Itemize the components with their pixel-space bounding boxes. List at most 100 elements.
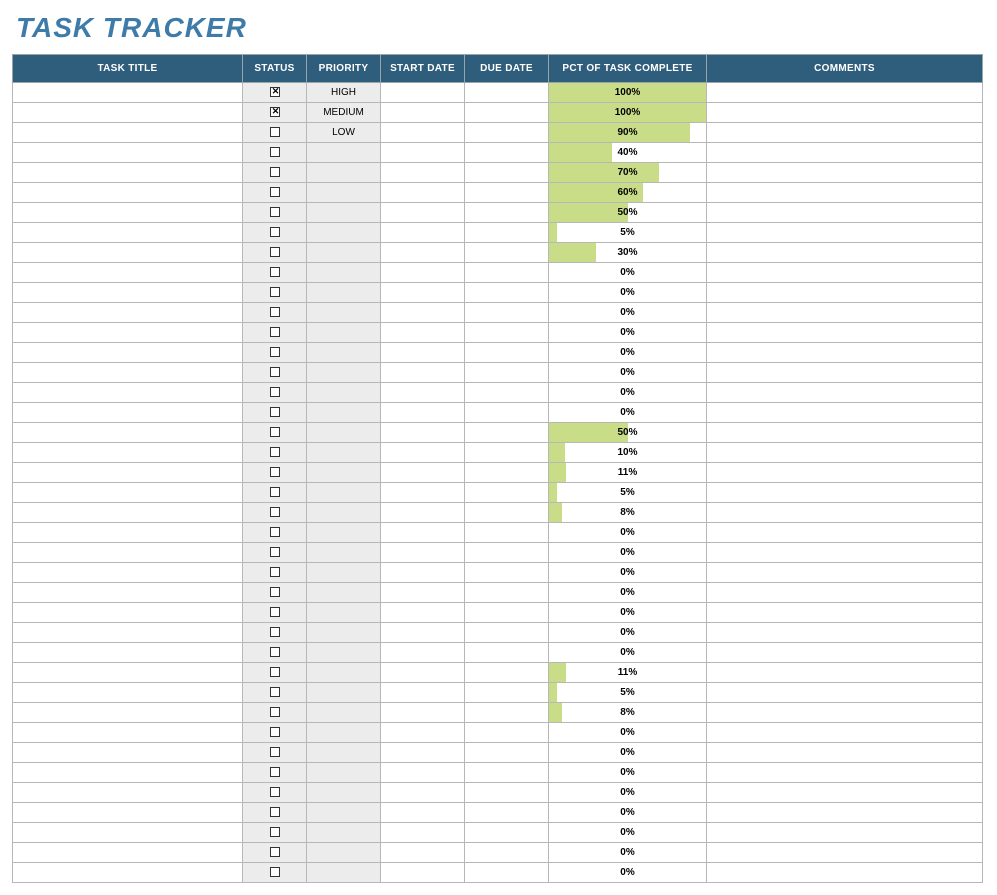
task-title-cell[interactable] [13,843,243,863]
comments-cell[interactable] [707,143,983,163]
status-cell[interactable] [243,803,307,823]
status-cell[interactable] [243,363,307,383]
task-title-cell[interactable] [13,543,243,563]
checkbox-icon[interactable] [270,787,280,797]
due-date-cell[interactable] [465,343,549,363]
checkbox-icon[interactable] [270,587,280,597]
priority-cell[interactable] [307,443,381,463]
priority-cell[interactable] [307,523,381,543]
task-title-cell[interactable] [13,483,243,503]
comments-cell[interactable] [707,803,983,823]
status-cell[interactable] [243,723,307,743]
pct-complete-cell[interactable]: 40% [549,143,707,163]
pct-complete-cell[interactable]: 0% [549,803,707,823]
priority-cell[interactable] [307,163,381,183]
start-date-cell[interactable] [381,763,465,783]
priority-cell[interactable] [307,483,381,503]
due-date-cell[interactable] [465,823,549,843]
priority-cell[interactable] [307,423,381,443]
start-date-cell[interactable] [381,643,465,663]
start-date-cell[interactable] [381,783,465,803]
due-date-cell[interactable] [465,783,549,803]
start-date-cell[interactable] [381,103,465,123]
comments-cell[interactable] [707,223,983,243]
checkbox-icon[interactable] [270,707,280,717]
start-date-cell[interactable] [381,863,465,883]
task-title-cell[interactable] [13,623,243,643]
comments-cell[interactable] [707,643,983,663]
task-title-cell[interactable] [13,343,243,363]
task-title-cell[interactable] [13,603,243,623]
due-date-cell[interactable] [465,103,549,123]
task-title-cell[interactable] [13,783,243,803]
status-cell[interactable] [243,743,307,763]
start-date-cell[interactable] [381,703,465,723]
comments-cell[interactable] [707,823,983,843]
status-cell[interactable] [243,323,307,343]
status-cell[interactable] [243,163,307,183]
due-date-cell[interactable] [465,603,549,623]
checkbox-icon[interactable] [270,487,280,497]
pct-complete-cell[interactable]: 70% [549,163,707,183]
start-date-cell[interactable] [381,363,465,383]
checkbox-icon[interactable] [270,767,280,777]
status-cell[interactable] [243,843,307,863]
priority-cell[interactable] [307,543,381,563]
checkbox-icon[interactable] [270,427,280,437]
priority-cell[interactable] [307,603,381,623]
status-cell[interactable] [243,203,307,223]
start-date-cell[interactable] [381,723,465,743]
due-date-cell[interactable] [465,203,549,223]
due-date-cell[interactable] [465,643,549,663]
status-cell[interactable] [243,663,307,683]
start-date-cell[interactable] [381,663,465,683]
status-cell[interactable] [243,343,307,363]
checkbox-icon[interactable] [270,207,280,217]
pct-complete-cell[interactable]: 60% [549,183,707,203]
start-date-cell[interactable] [381,603,465,623]
checkbox-icon[interactable] [270,647,280,657]
due-date-cell[interactable] [465,563,549,583]
start-date-cell[interactable] [381,563,465,583]
pct-complete-cell[interactable]: 50% [549,423,707,443]
priority-cell[interactable] [307,843,381,863]
pct-complete-cell[interactable]: 0% [549,783,707,803]
status-cell[interactable] [243,183,307,203]
task-title-cell[interactable] [13,503,243,523]
pct-complete-cell[interactable]: 0% [549,603,707,623]
task-title-cell[interactable] [13,383,243,403]
comments-cell[interactable] [707,123,983,143]
priority-cell[interactable] [307,183,381,203]
priority-cell[interactable] [307,663,381,683]
task-title-cell[interactable] [13,663,243,683]
status-cell[interactable] [243,863,307,883]
pct-complete-cell[interactable]: 0% [549,263,707,283]
status-cell[interactable] [243,683,307,703]
priority-cell[interactable] [307,683,381,703]
comments-cell[interactable] [707,543,983,563]
comments-cell[interactable] [707,463,983,483]
due-date-cell[interactable] [465,703,549,723]
pct-complete-cell[interactable]: 11% [549,463,707,483]
priority-cell[interactable] [307,343,381,363]
pct-complete-cell[interactable]: 0% [549,623,707,643]
task-title-cell[interactable] [13,123,243,143]
pct-complete-cell[interactable]: 100% [549,83,707,103]
start-date-cell[interactable] [381,263,465,283]
task-title-cell[interactable] [13,743,243,763]
checkbox-icon[interactable] [270,667,280,677]
due-date-cell[interactable] [465,803,549,823]
priority-cell[interactable] [307,583,381,603]
start-date-cell[interactable] [381,623,465,643]
checkbox-icon[interactable] [270,327,280,337]
due-date-cell[interactable] [465,503,549,523]
comments-cell[interactable] [707,243,983,263]
priority-cell[interactable] [307,143,381,163]
comments-cell[interactable] [707,763,983,783]
checkbox-icon[interactable] [270,627,280,637]
checkbox-icon[interactable] [270,247,280,257]
start-date-cell[interactable] [381,463,465,483]
task-title-cell[interactable] [13,523,243,543]
checkbox-icon[interactable] [270,227,280,237]
due-date-cell[interactable] [465,183,549,203]
